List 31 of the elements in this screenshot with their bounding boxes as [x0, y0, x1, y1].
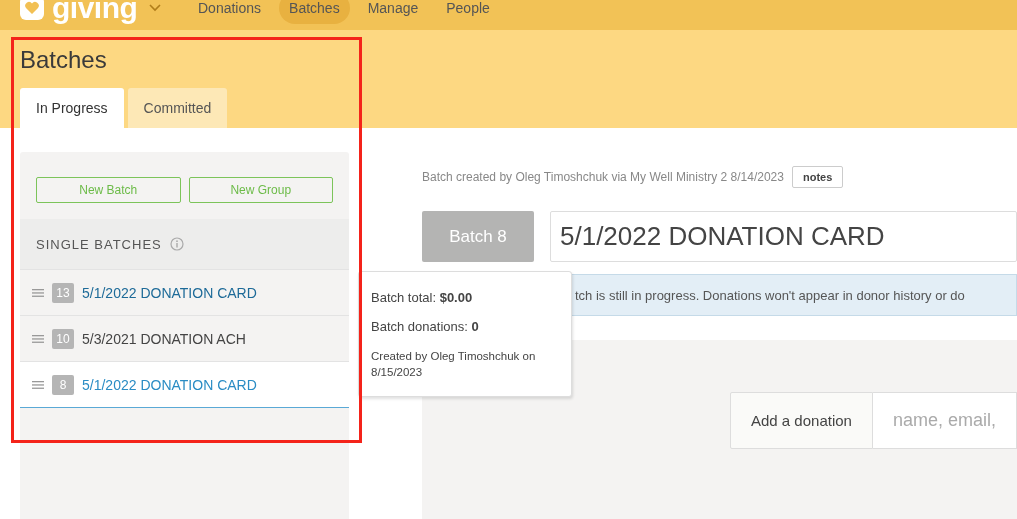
drag-handle-icon[interactable]	[32, 380, 44, 389]
nav-link[interactable]: People	[436, 0, 500, 24]
drag-handle-icon[interactable]	[32, 288, 44, 297]
created-by-text: Created by Oleg Timoshchuk on 8/15/2023	[371, 349, 537, 380]
batch-number-badge: 10	[52, 328, 74, 349]
info-icon	[169, 237, 184, 251]
batch-name: 5/3/2021 DONATION ACH	[82, 330, 246, 347]
batch-name: 5/1/2022 DONATION CARD	[82, 376, 257, 393]
section-title: SINGLE BATCHES	[36, 236, 162, 252]
donor-search-field[interactable]: name, email,	[872, 392, 1017, 449]
page-title: Batches	[20, 46, 107, 74]
batch-meta-text: Batch created by Oleg Timoshchuk via My Well Ministry 2 8/14/2023	[422, 170, 784, 184]
tab[interactable]: Committed	[127, 88, 228, 128]
batch-number-badge: 8	[52, 374, 74, 395]
nav-link[interactable]: Donations	[188, 0, 272, 24]
batch-number-badge: 13	[52, 282, 74, 303]
batch-row[interactable]: 8 5/1/2022 DONATION CARD	[20, 362, 349, 408]
nav-link[interactable]: Manage	[357, 0, 429, 24]
notes-button[interactable]: notes	[791, 166, 844, 188]
batch-row[interactable]: 13 5/1/2022 DONATION CARD	[20, 270, 349, 316]
batch-total-text: Batch total: $0.00	[371, 290, 474, 305]
drag-handle-icon[interactable]	[32, 334, 44, 343]
batch-number-label: Batch 8	[422, 211, 534, 262]
add-donation-label: Add a donation	[730, 392, 873, 449]
batch-name: 5/1/2022 DONATION CARD	[82, 284, 257, 301]
tab[interactable]: In Progress	[20, 88, 124, 128]
nav-link[interactable]: Batches	[279, 0, 350, 24]
batch-donations-text: Batch donations: 0	[371, 319, 480, 334]
banner-text: tch is still in progress. Donations won't appear in donor history or do	[575, 287, 965, 303]
caret-icon[interactable]	[149, 4, 162, 12]
batch-name-field[interactable]: 5/1/2022 DONATION CARD	[550, 211, 1017, 262]
